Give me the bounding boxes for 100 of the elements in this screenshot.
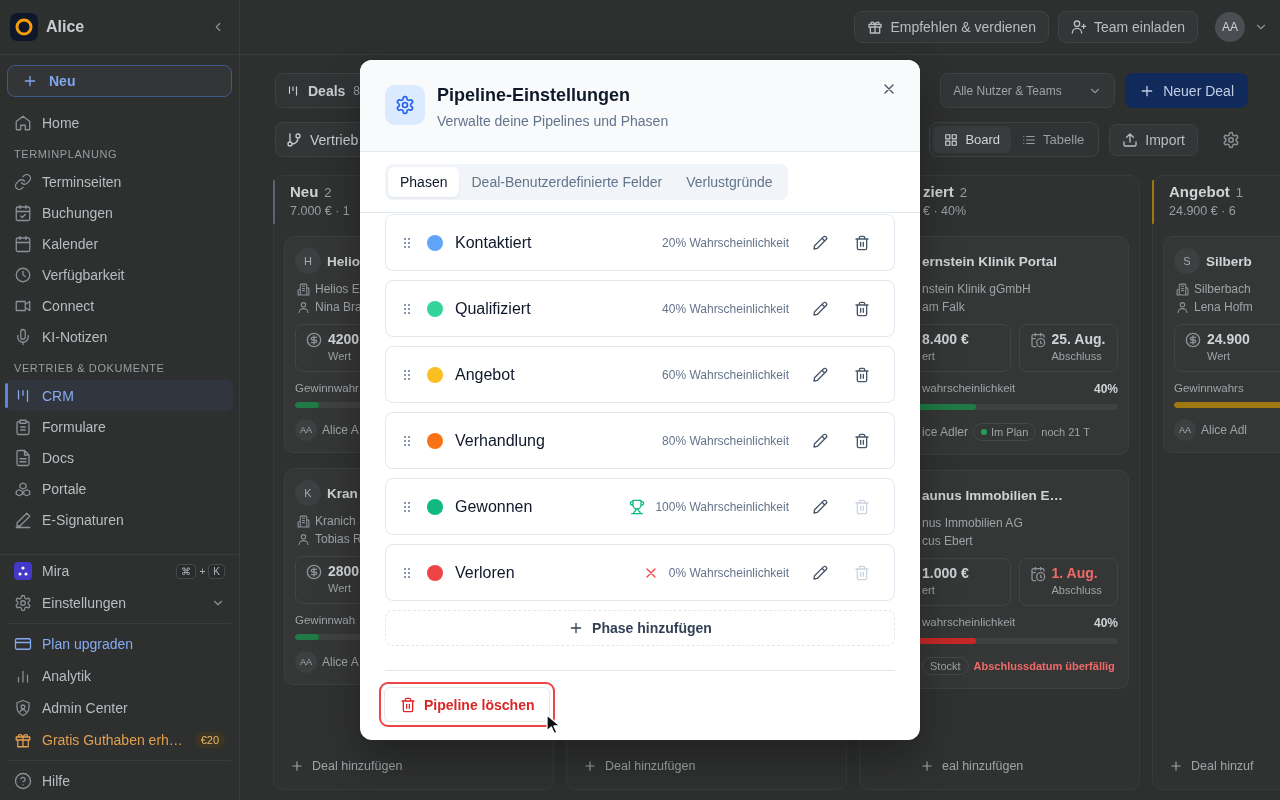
column-title: Angebot	[1169, 183, 1230, 200]
deal-title: aunus Immobilien E…	[922, 487, 1064, 503]
upload-icon	[1122, 131, 1139, 148]
add-deal-button[interactable]: eal hinzufügen	[870, 751, 1129, 781]
add-deal-button[interactable]: Deal hinzuf	[1163, 751, 1280, 781]
branch-icon	[286, 131, 302, 148]
view-tab[interactable]: Board	[933, 126, 1012, 153]
plus-icon	[22, 73, 38, 89]
owner-avatar: AA	[295, 651, 317, 673]
deal-card[interactable]: S Silberb Silberbach Lena Hofm 24.900 Wert Gewinnwahrs AA Alice Adl	[1163, 236, 1280, 453]
dialog-title: Pipeline-Einstellungen	[437, 84, 632, 107]
nav-item[interactable]: Docs	[6, 442, 233, 473]
nav-item[interactable]: Home	[6, 107, 233, 138]
owner-avatar: AA	[295, 419, 317, 441]
import-button[interactable]: Import	[1109, 123, 1198, 156]
link-icon	[14, 172, 32, 191]
drag-handle-icon	[403, 434, 411, 447]
nav-label: Analytik	[42, 668, 92, 684]
settings-icon[interactable]	[1222, 130, 1240, 149]
nav-item[interactable]: Kalender	[6, 228, 233, 259]
add-phase-button[interactable]: Phase hinzufügen	[385, 610, 895, 646]
phase-name: Verhandlung	[455, 431, 545, 450]
drag-handle-icon	[403, 566, 411, 579]
metric-value: 8.400 €	[922, 331, 969, 347]
clipboard-icon	[14, 417, 32, 436]
column-title: ziert	[923, 183, 954, 200]
drag-handle-icon	[403, 500, 411, 513]
grid-icon	[944, 132, 959, 147]
phase-probability: 20% Wahrscheinlichkeit	[662, 235, 789, 250]
add-deal-button[interactable]: Deal hinzufügen	[284, 751, 543, 781]
assistant-label: Mira	[42, 563, 70, 579]
userplus-icon	[1070, 19, 1087, 35]
metric-value: 1.000 €	[922, 565, 969, 581]
gift-icon	[14, 731, 32, 749]
shield-icon	[14, 699, 32, 717]
settings-item[interactable]: Einstellungen	[6, 587, 233, 619]
tab[interactable]: Verlustgründe	[674, 167, 785, 197]
header-button[interactable]: Empfehlen & verdienen	[854, 11, 1049, 43]
assistant-item[interactable]: Mira ⌘ + K	[6, 555, 233, 587]
company-name: Silberbach	[1194, 282, 1251, 296]
nav-item[interactable]: Verfügbarkeit	[6, 259, 233, 290]
metric-value: 24.900	[1207, 331, 1250, 347]
section-heading: TERMINPLANUNG	[13, 147, 119, 162]
column-count: 2	[959, 185, 968, 200]
help-icon	[14, 772, 32, 790]
column-summary: 7.000 € · 1	[290, 204, 350, 218]
phase-name: Verloren	[455, 563, 515, 582]
pencil-icon	[812, 564, 828, 581]
phase-probability: 0% Wahrscheinlichkeit	[668, 565, 789, 580]
view-tab[interactable]: Tabelle	[1011, 126, 1096, 153]
trash-icon	[854, 498, 870, 515]
owner-filter[interactable]: Alle Nutzer & Teams	[940, 73, 1116, 108]
key-cap: K	[208, 563, 225, 579]
nav-item[interactable]: Analytik	[6, 660, 233, 692]
metric-value: 2800	[328, 563, 360, 579]
clock-icon	[14, 265, 32, 284]
plus-icon	[1169, 759, 1183, 773]
user-avatar[interactable]: AA	[1215, 12, 1245, 42]
person-icon	[297, 532, 310, 546]
plus-icon	[920, 759, 934, 773]
deal-count: 8	[353, 83, 361, 98]
new-deal-button[interactable]: Neuer Deal	[1125, 73, 1248, 108]
company-name: nus Immobilien AG	[922, 516, 1023, 530]
phase-probability: 60% Wahrscheinlichkeit	[662, 367, 789, 382]
help-item[interactable]: Hilfe	[6, 765, 233, 797]
owner-name: ice Adler	[922, 425, 969, 439]
card-icon	[14, 635, 32, 653]
nav-item[interactable]: Gratis Guthaben erh… €20	[6, 724, 233, 756]
company-name: Helios E	[315, 282, 360, 296]
company-name: Kranich	[315, 514, 356, 528]
calendar-clock-icon	[1029, 332, 1046, 348]
plus-icon	[583, 759, 597, 773]
phase-name: Gewonnen	[455, 497, 533, 516]
add-deal-button[interactable]: Deal hinzufügen	[577, 751, 836, 781]
dialog-subtitle: Verwalte deine Pipelines und Phasen	[437, 112, 669, 131]
nav-label: Plan upgraden	[42, 636, 134, 652]
trash-icon	[854, 564, 870, 581]
phase-probability: 100% Wahrscheinlichkeit	[655, 499, 789, 514]
nav-item[interactable]: Buchungen	[6, 197, 233, 228]
delete-pipeline-button[interactable]: Pipeline löschen	[379, 682, 556, 727]
shortcut-plus: +	[199, 565, 206, 577]
nav-item[interactable]: Formulare	[6, 411, 233, 442]
header-button[interactable]: Team einladen	[1057, 11, 1198, 43]
nav-item[interactable]: Terminseiten	[6, 166, 233, 197]
dollar-icon	[1185, 332, 1201, 348]
nav-item[interactable]: Plan upgraden	[6, 628, 233, 660]
phase-probability: 80% Wahrscheinlichkeit	[662, 433, 789, 448]
nav-item[interactable]: Portale	[6, 473, 233, 504]
tab[interactable]: Phasen	[388, 167, 460, 197]
drag-handle-icon	[403, 236, 411, 249]
nav-item[interactable]: KI-Notizen	[6, 321, 233, 352]
nav-item[interactable]: E-Signaturen	[6, 504, 233, 535]
tab[interactable]: Deal-Benutzerdefinierte Felder	[459, 167, 675, 197]
metric-label: Wert	[328, 582, 353, 594]
new-button[interactable]: Neu	[7, 65, 232, 97]
nav-item[interactable]: Admin Center	[6, 692, 233, 724]
nav-item[interactable]: CRM	[6, 380, 233, 411]
probability-label: Gewinnwahrs	[1174, 382, 1244, 394]
nav-item[interactable]: Connect	[6, 290, 233, 321]
probability-label: wahrscheinlichkeit	[922, 382, 1016, 396]
